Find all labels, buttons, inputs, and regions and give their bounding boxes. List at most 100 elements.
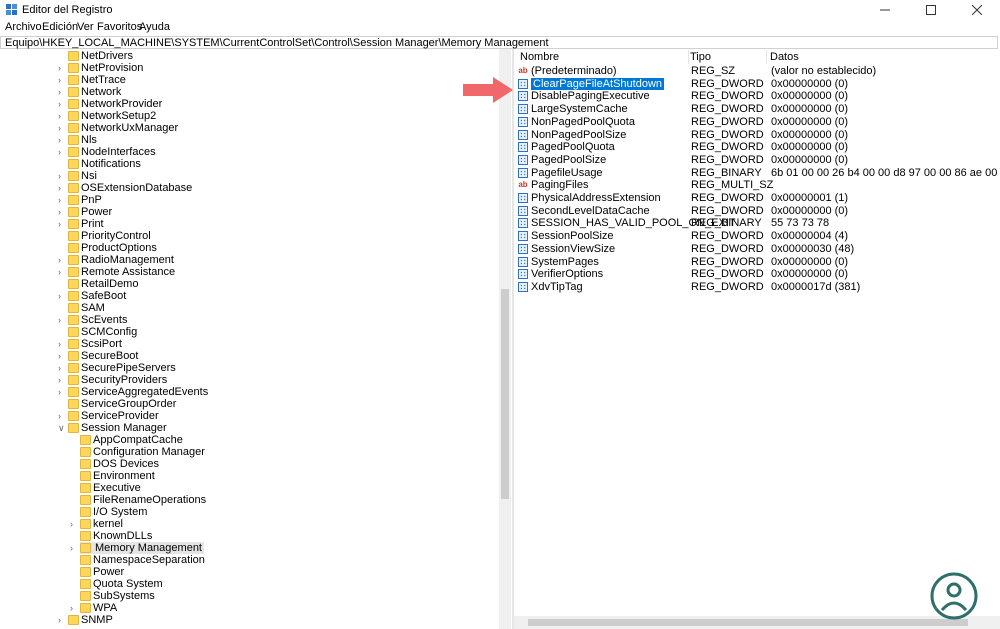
chevron-right-icon[interactable]: › bbox=[58, 362, 66, 374]
chevron-right-icon[interactable]: › bbox=[58, 146, 66, 158]
chevron-down-icon[interactable]: ∨ bbox=[58, 422, 66, 434]
chevron-right-icon[interactable]: › bbox=[58, 182, 66, 194]
tree-item[interactable]: › NetProvision bbox=[58, 62, 143, 74]
tree-item[interactable]: › Nsi bbox=[58, 170, 97, 182]
tree-item[interactable]: NetDrivers bbox=[68, 50, 133, 62]
tree-item[interactable]: Notifications bbox=[68, 158, 141, 170]
chevron-right-icon[interactable]: › bbox=[58, 290, 66, 302]
tree-item[interactable]: › Power bbox=[58, 206, 112, 218]
tree-item[interactable]: SCMConfig bbox=[68, 326, 137, 338]
chevron-right-icon[interactable]: › bbox=[58, 614, 66, 626]
minimize-button[interactable] bbox=[862, 0, 908, 20]
value-row[interactable]: ∷ SystemPages REG_DWORD 0x00000000 (0) bbox=[514, 256, 1000, 268]
value-row[interactable]: ∷ SESSION_HAS_VALID_POOL_ON_EXIT REG_BINAR… bbox=[514, 217, 1000, 229]
tree-item[interactable]: I/O System bbox=[80, 506, 147, 518]
column-header-type[interactable]: Tipo bbox=[690, 50, 767, 64]
tree-item[interactable]: Power bbox=[80, 566, 124, 578]
tree-item[interactable]: ServiceGroupOrder bbox=[68, 398, 176, 410]
tree-item[interactable]: › ServiceAggregatedEvents bbox=[58, 386, 208, 398]
maximize-button[interactable] bbox=[908, 0, 954, 20]
tree-item[interactable]: › ScEvents bbox=[58, 314, 127, 326]
chevron-right-icon[interactable]: › bbox=[58, 338, 66, 350]
value-row[interactable]: ∷ ClearPageFileAtShutdown REG_DWORD 0x00000… bbox=[514, 77, 1000, 90]
menu-ayuda[interactable]: Ayuda bbox=[139, 21, 170, 33]
tree-item[interactable]: › Remote Assistance bbox=[58, 266, 175, 278]
tree-item[interactable]: › RadioManagement bbox=[58, 254, 174, 266]
value-row[interactable]: ab PagingFiles REG_MULTI_SZ bbox=[514, 179, 1000, 191]
values-hscroll-thumb[interactable] bbox=[528, 619, 968, 626]
value-row[interactable]: ∷ SecondLevelDataCache REG_DWORD 0x00000000… bbox=[514, 205, 1000, 217]
tree-item[interactable]: › Memory Management bbox=[70, 542, 204, 554]
tree-item[interactable]: ∨ Session Manager bbox=[58, 422, 167, 434]
tree-item[interactable]: › ServiceProvider bbox=[58, 410, 159, 422]
chevron-right-icon[interactable]: › bbox=[58, 386, 66, 398]
column-header-name[interactable]: Nombre bbox=[520, 50, 689, 64]
tree-item[interactable]: › SafeBoot bbox=[58, 290, 126, 302]
tree-item[interactable]: › NetworkProvider bbox=[58, 98, 162, 110]
tree-item[interactable]: › NetTrace bbox=[58, 74, 126, 86]
tree-item[interactable]: SAM bbox=[68, 302, 105, 314]
tree-item[interactable]: › ScsiPort bbox=[58, 338, 122, 350]
tree-item[interactable]: ProductOptions bbox=[68, 242, 157, 254]
value-row[interactable]: ∷ PagefileUsage REG_BINARY 6b 01 00 00 26 b… bbox=[514, 167, 1000, 179]
value-row[interactable]: ∷ NonPagedPoolSize REG_DWORD 0x00000000 (0) bbox=[514, 129, 1000, 141]
value-row[interactable]: ab (Predeterminado) REG_SZ (valor no establ… bbox=[514, 65, 1000, 77]
tree-item[interactable]: RetailDemo bbox=[68, 278, 138, 290]
tree-item[interactable]: › Nls bbox=[58, 134, 97, 146]
chevron-right-icon[interactable]: › bbox=[58, 170, 66, 182]
tree-item[interactable]: › NodeInterfaces bbox=[58, 146, 156, 158]
chevron-right-icon[interactable]: › bbox=[58, 314, 66, 326]
chevron-right-icon[interactable]: › bbox=[58, 206, 66, 218]
menu-archivo[interactable]: Archivo bbox=[5, 21, 42, 33]
chevron-right-icon[interactable]: › bbox=[70, 518, 78, 530]
chevron-right-icon[interactable]: › bbox=[58, 374, 66, 386]
chevron-right-icon[interactable]: › bbox=[58, 134, 66, 146]
tree-item[interactable]: Quota System bbox=[80, 578, 163, 590]
menu-edicion[interactable]: Edición bbox=[42, 21, 78, 33]
chevron-right-icon[interactable]: › bbox=[58, 194, 66, 206]
close-button[interactable] bbox=[954, 0, 1000, 20]
tree-item[interactable]: SubSystems bbox=[80, 590, 155, 602]
tree-item[interactable]: KnownDLLs bbox=[80, 530, 152, 542]
tree-item[interactable]: PriorityControl bbox=[68, 230, 151, 242]
value-row[interactable]: ∷ NonPagedPoolQuota REG_DWORD 0x00000000 (0… bbox=[514, 116, 1000, 128]
tree-item[interactable]: › WPA bbox=[70, 602, 117, 614]
tree-item[interactable]: › SNMP bbox=[58, 614, 113, 626]
tree-item[interactable]: Configuration Manager bbox=[80, 446, 205, 458]
chevron-right-icon[interactable]: › bbox=[58, 266, 66, 278]
tree-item[interactable]: Environment bbox=[80, 470, 155, 482]
tree-item[interactable]: › OSExtensionDatabase bbox=[58, 182, 192, 194]
menu-favoritos[interactable]: Favoritos bbox=[97, 21, 142, 33]
chevron-right-icon[interactable]: › bbox=[58, 62, 66, 74]
chevron-right-icon[interactable]: › bbox=[58, 254, 66, 266]
tree-item[interactable]: FileRenameOperations bbox=[80, 494, 206, 506]
tree-item[interactable]: Executive bbox=[80, 482, 141, 494]
value-row[interactable]: ∷ XdvTipTag REG_DWORD 0x0000017d (381) bbox=[514, 281, 1000, 293]
menu-ver[interactable]: Ver bbox=[77, 21, 94, 33]
tree-item[interactable]: › NetworkSetup2 bbox=[58, 110, 156, 122]
tree-item[interactable]: › NetworkUxManager bbox=[58, 122, 178, 134]
tree-item[interactable]: › kernel bbox=[70, 518, 123, 530]
chevron-right-icon[interactable]: › bbox=[70, 542, 78, 554]
tree-scroll-thumb[interactable] bbox=[501, 289, 509, 499]
value-row[interactable]: ∷ PagedPoolSize REG_DWORD 0x00000000 (0) bbox=[514, 154, 1000, 166]
chevron-right-icon[interactable]: › bbox=[58, 98, 66, 110]
tree-item[interactable]: › SecureBoot bbox=[58, 350, 138, 362]
tree-scrollbar[interactable] bbox=[499, 49, 511, 629]
tree-item[interactable]: › SecurePipeServers bbox=[58, 362, 176, 374]
tree-item[interactable]: DOS Devices bbox=[80, 458, 159, 470]
tree-item[interactable]: › SecurityProviders bbox=[58, 374, 167, 386]
value-row[interactable]: ∷ LargeSystemCache REG_DWORD 0x00000000 (0) bbox=[514, 103, 1000, 115]
address-bar[interactable]: Equipo\HKEY_LOCAL_MACHINE\SYSTEM\Current… bbox=[0, 36, 998, 49]
chevron-right-icon[interactable]: › bbox=[58, 74, 66, 86]
value-row[interactable]: ∷ SessionViewSize REG_DWORD 0x00000030 (48) bbox=[514, 243, 1000, 255]
tree-item[interactable]: AppCompatCache bbox=[80, 434, 183, 446]
chevron-right-icon[interactable]: › bbox=[58, 110, 66, 122]
column-header-data[interactable]: Datos bbox=[770, 50, 998, 64]
values-hscrollbar[interactable] bbox=[514, 616, 1000, 629]
tree-item[interactable]: › Network bbox=[58, 86, 121, 98]
value-row[interactable]: ∷ SessionPoolSize REG_DWORD 0x00000004 (4) bbox=[514, 230, 1000, 242]
tree-item[interactable]: › Print bbox=[58, 218, 104, 230]
chevron-right-icon[interactable]: › bbox=[58, 122, 66, 134]
chevron-right-icon[interactable]: › bbox=[58, 350, 66, 362]
